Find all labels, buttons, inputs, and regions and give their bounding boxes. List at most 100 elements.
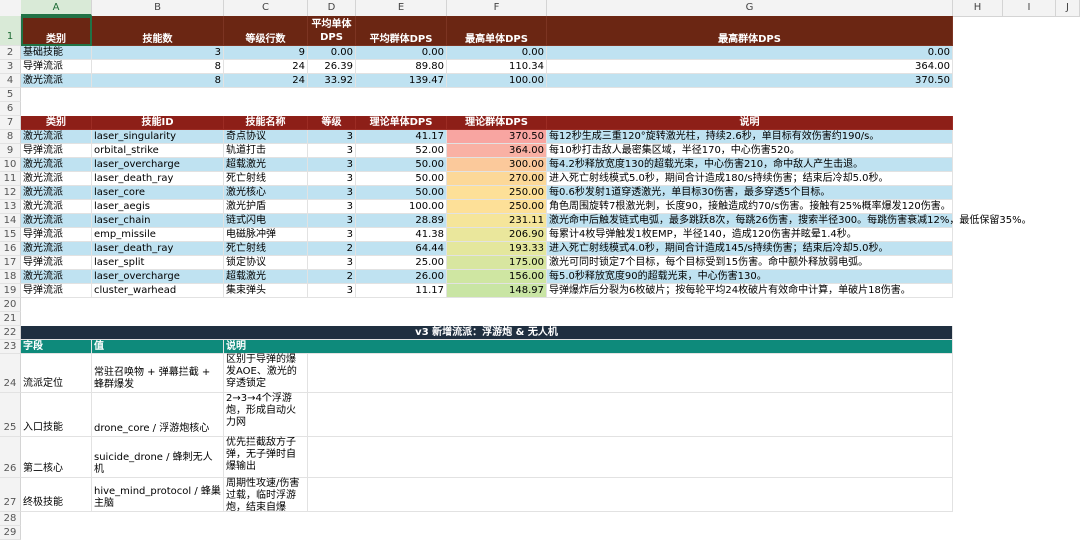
group-dps-heat-cell[interactable]: 364.00 — [447, 144, 547, 158]
detail-cell[interactable]: 激光流派 — [21, 242, 92, 256]
detail-cell[interactable]: 导弹流派 — [21, 284, 92, 298]
column-header-j[interactable]: J — [1056, 0, 1080, 16]
detail-header-cell[interactable]: 理论单体DPS — [356, 116, 447, 130]
summary-header-cell[interactable]: 最高群体DPS — [547, 16, 953, 46]
detail-cell[interactable]: 每12秒生成三重120°旋转激光柱，持续2.6秒，单目标有效伤害约190/s。 — [547, 130, 953, 144]
summary-cell[interactable]: 110.34 — [447, 60, 547, 74]
detail-cell[interactable]: 轨道打击 — [224, 144, 308, 158]
detail-cell[interactable]: 每4.2秒释放宽度130的超载光束，中心伤害210，命中敌人产生击退。 — [547, 158, 953, 172]
detail-header-cell[interactable]: 技能名称 — [224, 116, 308, 130]
row-header-3[interactable]: 3 — [0, 60, 21, 74]
group-dps-heat-cell[interactable]: 270.00 — [447, 172, 547, 186]
row-header-8[interactable]: 8 — [0, 130, 21, 144]
v3-cell[interactable]: 常驻召唤物 + 弹幕拦截 + 蜂群爆发 — [92, 354, 224, 393]
row-header-24[interactable]: 24 — [0, 354, 21, 393]
row-header-1[interactable]: 1 — [0, 16, 21, 46]
detail-cell[interactable]: 50.00 — [356, 158, 447, 172]
group-dps-heat-cell[interactable]: 175.00 — [447, 256, 547, 270]
group-dps-heat-cell[interactable]: 156.00 — [447, 270, 547, 284]
summary-cell[interactable]: 364.00 — [547, 60, 953, 74]
detail-cell[interactable]: 导弹流派 — [21, 228, 92, 242]
detail-cell[interactable]: 电磁脉冲弹 — [224, 228, 308, 242]
row-header-23[interactable]: 23 — [0, 340, 21, 354]
row-header-19[interactable]: 19 — [0, 284, 21, 298]
detail-cell[interactable]: laser_overcharge — [92, 270, 224, 284]
v3-header-cell[interactable]: 字段 — [21, 340, 92, 354]
summary-cell[interactable]: 0.00 — [547, 46, 953, 60]
summary-cell[interactable]: 基础技能 — [21, 46, 92, 60]
group-dps-heat-cell[interactable]: 193.33 — [447, 242, 547, 256]
column-header-g[interactable]: G — [547, 0, 953, 16]
detail-cell[interactable]: 集束弹头 — [224, 284, 308, 298]
summary-header-cell[interactable]: 类别 — [21, 16, 92, 46]
column-header-e[interactable]: E — [356, 0, 447, 16]
v3-cell[interactable]: drone_core / 浮游炮核心 — [92, 393, 224, 437]
group-dps-heat-cell[interactable]: 206.90 — [447, 228, 547, 242]
detail-cell[interactable]: 25.00 — [356, 256, 447, 270]
v3-cell[interactable]: 终极技能 — [21, 478, 92, 512]
detail-cell[interactable]: 3 — [308, 144, 356, 158]
detail-cell[interactable]: 导弹流派 — [21, 256, 92, 270]
detail-cell[interactable]: 3 — [308, 200, 356, 214]
column-header-h[interactable]: H — [953, 0, 1003, 16]
group-dps-heat-cell[interactable]: 300.00 — [447, 158, 547, 172]
detail-cell[interactable]: 3 — [308, 284, 356, 298]
summary-cell[interactable]: 9 — [224, 46, 308, 60]
detail-cell[interactable]: cluster_warhead — [92, 284, 224, 298]
detail-cell[interactable]: 3 — [308, 214, 356, 228]
detail-cell[interactable]: 激光流派 — [21, 270, 92, 284]
row-header-9[interactable]: 9 — [0, 144, 21, 158]
detail-cell[interactable]: 激光流派 — [21, 130, 92, 144]
detail-cell[interactable]: 11.17 — [356, 284, 447, 298]
summary-cell[interactable]: 89.80 — [356, 60, 447, 74]
summary-cell[interactable]: 0.00 — [447, 46, 547, 60]
summary-cell[interactable]: 8 — [92, 74, 224, 88]
row-header-20[interactable]: 20 — [0, 298, 21, 312]
group-dps-heat-cell[interactable]: 231.11 — [447, 214, 547, 228]
group-dps-heat-cell[interactable]: 370.50 — [447, 130, 547, 144]
row-header-25[interactable]: 25 — [0, 393, 21, 437]
summary-cell[interactable]: 24 — [224, 60, 308, 74]
empty-cell[interactable] — [308, 437, 953, 478]
v3-cell[interactable]: 入口技能 — [21, 393, 92, 437]
detail-cell[interactable]: 导弹流派 — [21, 144, 92, 158]
detail-cell[interactable]: 每10秒打击敌人最密集区域，半径170，中心伤害520。 — [547, 144, 953, 158]
v3-cell[interactable]: hive_mind_protocol / 蜂巢主脑 — [92, 478, 224, 512]
detail-header-cell[interactable]: 理论群体DPS — [447, 116, 547, 130]
detail-cell[interactable]: laser_overcharge — [92, 158, 224, 172]
group-dps-heat-cell[interactable]: 148.97 — [447, 284, 547, 298]
v3-cell[interactable]: 区别于导弹的爆发AOE、激光的穿透锁定 — [224, 354, 308, 393]
row-header-27[interactable]: 27 — [0, 478, 21, 512]
detail-cell[interactable]: 50.00 — [356, 172, 447, 186]
row-header-26[interactable]: 26 — [0, 437, 21, 478]
row-header-5[interactable]: 5 — [0, 88, 21, 102]
detail-cell[interactable]: 激光命中后触发链式电弧，最多跳跃8次，每跳26伤害，搜索半径300。每跳伤害衰减… — [547, 214, 1032, 228]
row-header-29[interactable]: 29 — [0, 526, 21, 540]
detail-cell[interactable]: laser_singularity — [92, 130, 224, 144]
summary-cell[interactable]: 导弹流派 — [21, 60, 92, 74]
row-header-7[interactable]: 7 — [0, 116, 21, 130]
detail-cell[interactable]: 26.00 — [356, 270, 447, 284]
detail-header-cell[interactable]: 类别 — [21, 116, 92, 130]
detail-cell[interactable]: 导弹爆炸后分裂为6枚破片；按每轮平均24枚破片有效命中计算，单破片18伤害。 — [547, 284, 953, 298]
detail-cell[interactable]: 激光核心 — [224, 186, 308, 200]
detail-cell[interactable]: 激光流派 — [21, 214, 92, 228]
detail-cell[interactable]: 64.44 — [356, 242, 447, 256]
row-header-13[interactable]: 13 — [0, 200, 21, 214]
row-header-2[interactable]: 2 — [0, 46, 21, 60]
empty-cell[interactable] — [308, 354, 953, 393]
summary-cell[interactable]: 8 — [92, 60, 224, 74]
detail-cell[interactable]: 2 — [308, 242, 356, 256]
detail-cell[interactable]: laser_aegis — [92, 200, 224, 214]
detail-cell[interactable]: 每累计4枚导弹触发1枚EMP，半径140，造成120伤害并眩晕1.4秒。 — [547, 228, 953, 242]
detail-cell[interactable]: 超载激光 — [224, 270, 308, 284]
group-dps-heat-cell[interactable]: 250.00 — [447, 200, 547, 214]
v3-header-cell[interactable]: 值 — [92, 340, 224, 354]
summary-header-cell[interactable]: 最高单体DPS — [447, 16, 547, 46]
summary-cell[interactable]: 0.00 — [308, 46, 356, 60]
detail-cell[interactable]: 激光可同时锁定7个目标，每个目标受到15伤害。命中额外释放弱电弧。 — [547, 256, 953, 270]
detail-cell[interactable]: 进入死亡射线模式5.0秒，期间合计造成180/s持续伤害；结束后冷却5.0秒。 — [547, 172, 953, 186]
detail-cell[interactable]: 激光流派 — [21, 186, 92, 200]
column-header-c[interactable]: C — [224, 0, 308, 16]
row-header-28[interactable]: 28 — [0, 512, 21, 526]
